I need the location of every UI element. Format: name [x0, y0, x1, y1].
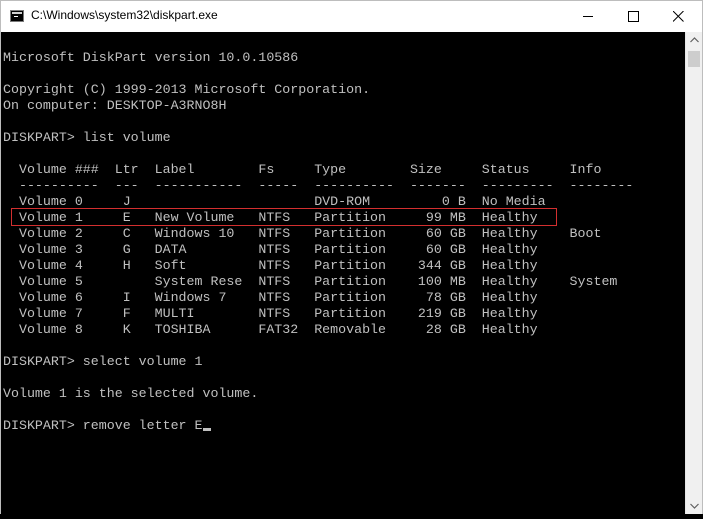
minimize-button[interactable]: [566, 1, 611, 32]
volume-row: Volume 6 I Windows 7 NTFS Partition 78 G…: [3, 290, 538, 305]
close-icon: [673, 11, 684, 22]
close-button[interactable]: [656, 1, 701, 32]
diskpart-window: C:\Windows\system32\diskpart.exe Microso…: [0, 0, 703, 514]
scroll-up-button[interactable]: [686, 32, 703, 49]
command-prompt-line[interactable]: DISKPART> remove letter E: [3, 418, 211, 434]
scroll-down-arrow-icon: [690, 503, 699, 509]
scroll-down-button[interactable]: [686, 497, 703, 514]
volume-1-highlight-box: [11, 208, 557, 226]
scroll-thumb[interactable]: [688, 51, 700, 67]
volume-row: Volume 2 C Windows 10 NTFS Partition 60 …: [3, 226, 602, 241]
volume-row: Volume 8 K TOSHIBA FAT32 Removable 28 GB…: [3, 322, 538, 337]
volume-table-header: Volume ### Ltr Label Fs Type Size Status…: [3, 162, 602, 177]
volume-row: Volume 7 F MULTI NTFS Partition 219 GB H…: [3, 306, 538, 321]
scroll-up-arrow-icon: [690, 37, 699, 43]
volume-table-separator: ---------- --- ----------- ----- -------…: [3, 178, 634, 193]
volume-row: Volume 3 G DATA NTFS Partition 60 GB Hea…: [3, 242, 538, 257]
text-cursor: [202, 428, 211, 431]
volume-row: Volume 5 System Rese NTFS Partition 100 …: [3, 274, 618, 289]
console-output[interactable]: Microsoft DiskPart version 10.0.10586 Co…: [1, 32, 685, 514]
window-title: C:\Windows\system32\diskpart.exe: [31, 8, 218, 22]
console-line: DISKPART> list volume: [3, 130, 171, 145]
console-app-icon: [10, 10, 24, 22]
console-line: Copyright (C) 1999-2013 Microsoft Corpor…: [3, 82, 371, 97]
console-line: Volume 1 is the selected volume.: [3, 386, 259, 401]
maximize-icon: [628, 11, 639, 22]
current-command: DISKPART> remove letter E: [3, 418, 203, 433]
vertical-scrollbar[interactable]: [685, 32, 702, 514]
minimize-icon: [583, 16, 593, 17]
console-line: On computer: DESKTOP-A3RNO8H: [3, 98, 227, 113]
title-bar[interactable]: C:\Windows\system32\diskpart.exe: [1, 1, 702, 32]
console-line: Microsoft DiskPart version 10.0.10586: [3, 50, 299, 65]
console-line: DISKPART> select volume 1: [3, 354, 203, 369]
maximize-button[interactable]: [611, 1, 656, 32]
volume-row: Volume 4 H Soft NTFS Partition 344 GB He…: [3, 258, 538, 273]
